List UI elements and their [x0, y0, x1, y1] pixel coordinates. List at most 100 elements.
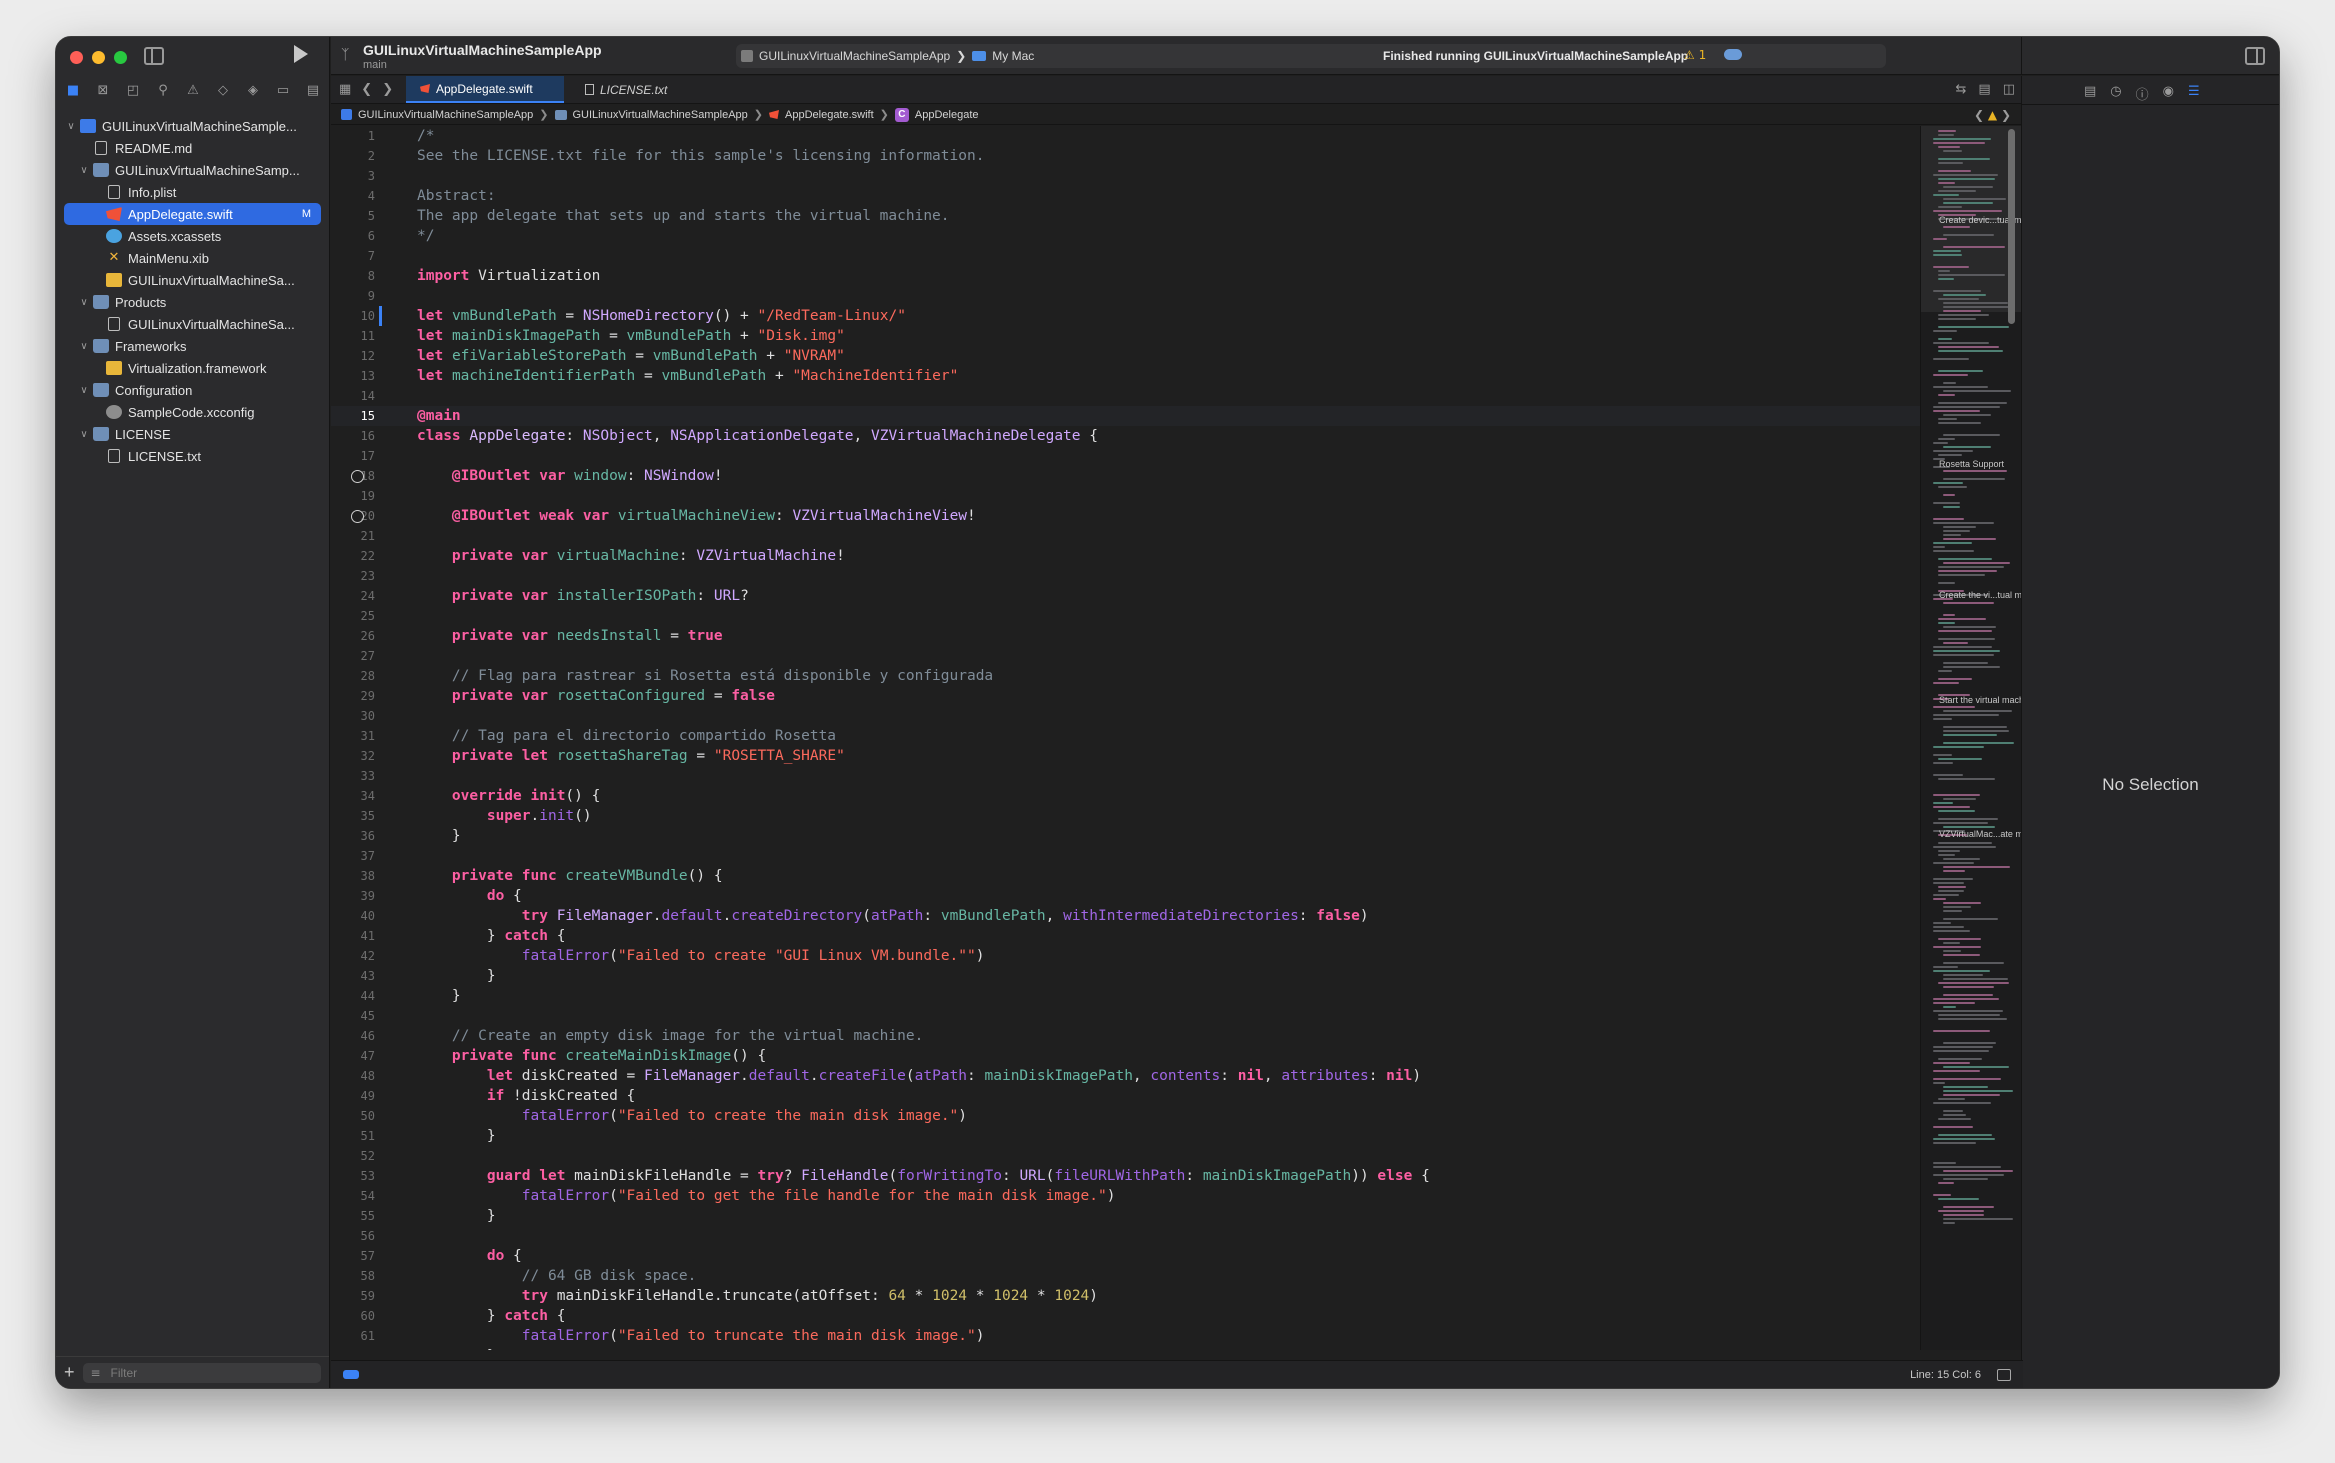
cloud-icon[interactable]	[1724, 49, 1742, 60]
code-line[interactable]: 27	[331, 646, 1920, 666]
code-line[interactable]: 60 } catch {	[331, 1306, 1920, 1326]
navigator-item[interactable]: GUILinuxVirtualMachineSa...	[64, 313, 321, 335]
code-line[interactable]: 56	[331, 1226, 1920, 1246]
line-number[interactable]: 62	[331, 1349, 375, 1350]
line-number[interactable]: 8	[331, 269, 375, 283]
line-number[interactable]: 14	[331, 389, 375, 403]
navigator-item[interactable]: ∨ GUILinuxVirtualMachineSamp...	[64, 159, 321, 181]
line-number[interactable]: 29	[331, 689, 375, 703]
disclosure-chevron-icon[interactable]: ∨	[77, 385, 91, 396]
code-line[interactable]: 14	[331, 386, 1920, 406]
line-number[interactable]: 26	[331, 629, 375, 643]
line-number[interactable]: 60	[331, 1309, 375, 1323]
line-number[interactable]: 6	[331, 229, 375, 243]
close-window-button[interactable]	[70, 51, 83, 64]
code-line[interactable]: 48 let diskCreated = FileManager.default…	[331, 1066, 1920, 1086]
navigator-item[interactable]: ✕ MainMenu.xib	[64, 247, 321, 269]
code-line[interactable]: 30	[331, 706, 1920, 726]
bookmark-navigator-icon[interactable]: ◰	[124, 83, 142, 99]
code-line[interactable]: 26 private var needsInstall = true	[331, 626, 1920, 646]
line-number[interactable]: 54	[331, 1189, 375, 1203]
code-line[interactable]: 2 See the LICENSE.txt file for this sampl…	[331, 146, 1920, 166]
scheme-target[interactable]: GUILinuxVirtualMachineSampleApp	[759, 49, 950, 63]
code-line[interactable]: 31 // Tag para el directorio compartido …	[331, 726, 1920, 746]
project-navigator-icon[interactable]: ■	[64, 83, 82, 99]
line-number[interactable]: 13	[331, 369, 375, 383]
history-inspector-icon[interactable]: ◷	[2110, 84, 2121, 103]
minimap-mark-label[interactable]: Create the vi...tual machine.	[1939, 590, 2026, 600]
navigator-item[interactable]: SampleCode.xcconfig	[64, 401, 321, 423]
line-number[interactable]: 15	[331, 409, 375, 423]
code-line[interactable]: 13 let machineIdentifierPath = vmBundlePa…	[331, 366, 1920, 386]
navigator-item[interactable]: LICENSE.txt	[64, 445, 321, 467]
line-number[interactable]: 11	[331, 329, 375, 343]
line-number[interactable]: 23	[331, 569, 375, 583]
code-line[interactable]: 1 /*	[331, 126, 1920, 146]
navigator-item[interactable]: ∨ LICENSE	[64, 423, 321, 445]
report-navigator-icon[interactable]: ▤	[304, 83, 322, 99]
identity-inspector-icon[interactable]: ◉	[2163, 84, 2174, 103]
outlet-connection-icon[interactable]	[351, 470, 364, 483]
code-line[interactable]: 47 private func createMainDiskImage() {	[331, 1046, 1920, 1066]
code-line[interactable]: 3	[331, 166, 1920, 186]
tab-appdelegate[interactable]: AppDelegate.swift	[406, 76, 564, 103]
navigator-item[interactable]: AppDelegate.swift M	[64, 203, 321, 225]
disclosure-chevron-icon[interactable]: ∨	[77, 341, 91, 352]
minimap-mark-label[interactable]: Rosetta Support	[1939, 459, 2004, 469]
forward-arrow-icon[interactable]: ❯	[382, 82, 393, 97]
jumpbar-project[interactable]: GUILinuxVirtualMachineSampleApp	[358, 109, 533, 121]
code-line[interactable]: 52	[331, 1146, 1920, 1166]
previous-issue-icon[interactable]: ❮	[1974, 108, 1984, 122]
line-number[interactable]: 48	[331, 1069, 375, 1083]
code-line[interactable]: 17	[331, 446, 1920, 466]
line-number[interactable]: 22	[331, 549, 375, 563]
outlet-connection-icon[interactable]	[351, 510, 364, 523]
line-number[interactable]: 5	[331, 209, 375, 223]
line-number[interactable]: 9	[331, 289, 375, 303]
navigator-item[interactable]: ∨ GUILinuxVirtualMachineSample...	[64, 115, 321, 137]
line-number[interactable]: 24	[331, 589, 375, 603]
line-number[interactable]: 51	[331, 1129, 375, 1143]
navigator-item[interactable]: README.md	[64, 137, 321, 159]
line-number[interactable]: 7	[331, 249, 375, 263]
code-line[interactable]: 58 // 64 GB disk space.	[331, 1266, 1920, 1286]
add-editor-icon[interactable]: ◫	[2003, 82, 2015, 97]
line-number[interactable]: 36	[331, 829, 375, 843]
code-line[interactable]: 16 class AppDelegate: NSObject, NSApplica…	[331, 426, 1920, 446]
jumpbar-file[interactable]: AppDelegate.swift	[785, 109, 874, 121]
navigator-item[interactable]: ∨ Configuration	[64, 379, 321, 401]
code-line[interactable]: 62 }	[331, 1346, 1920, 1350]
line-number[interactable]: 32	[331, 749, 375, 763]
code-line[interactable]: 59 try mainDiskFileHandle.truncate(atOff…	[331, 1286, 1920, 1306]
line-number[interactable]: 16	[331, 429, 375, 443]
line-number[interactable]: 31	[331, 729, 375, 743]
code-line[interactable]: 45	[331, 1006, 1920, 1026]
test-navigator-icon[interactable]: ◇	[214, 83, 232, 99]
line-number[interactable]: 39	[331, 889, 375, 903]
filter-input[interactable]: Filter	[82, 1362, 321, 1383]
code-line[interactable]: 23	[331, 566, 1920, 586]
line-number[interactable]: 59	[331, 1289, 375, 1303]
disclosure-chevron-icon[interactable]: ∨	[77, 165, 91, 176]
code-line[interactable]: 8 import Virtualization	[331, 266, 1920, 286]
navigator-item[interactable]: ∨ Products	[64, 291, 321, 313]
code-line[interactable]: 38 private func createVMBundle() {	[331, 866, 1920, 886]
code-line[interactable]: 46 // Create an empty disk image for the…	[331, 1026, 1920, 1046]
code-line[interactable]: 36 }	[331, 826, 1920, 846]
code-line[interactable]: 37	[331, 846, 1920, 866]
debug-area-toggle-icon[interactable]	[343, 1370, 359, 1379]
toggle-debug-pane-icon[interactable]	[1997, 1369, 2011, 1381]
line-number[interactable]: 30	[331, 709, 375, 723]
code-line[interactable]: 54 fatalError("Failed to get the file ha…	[331, 1186, 1920, 1206]
code-line[interactable]: 4 Abstract:	[331, 186, 1920, 206]
tab-license[interactable]: LICENSE.txt	[571, 76, 681, 103]
toggle-inspector-icon[interactable]	[2245, 47, 2265, 65]
line-number[interactable]: 56	[331, 1229, 375, 1243]
line-number[interactable]: 34	[331, 789, 375, 803]
source-control-navigator-icon[interactable]: ⊠	[94, 83, 112, 99]
back-arrow-icon[interactable]: ❮	[361, 82, 372, 97]
editor-options-icon[interactable]: ▤	[1978, 82, 1990, 97]
debug-navigator-icon[interactable]: ◈	[244, 83, 262, 99]
navigator-item[interactable]: Virtualization.framework	[64, 357, 321, 379]
editor-scrollbar[interactable]	[2008, 129, 2015, 324]
